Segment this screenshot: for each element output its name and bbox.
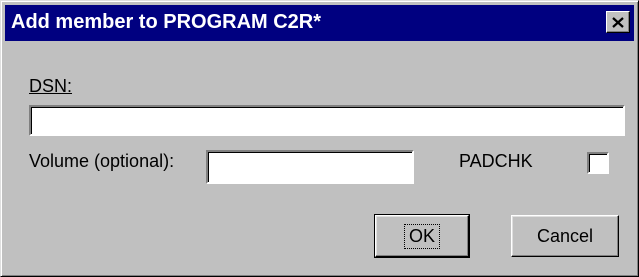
padchk-label: PADCHK: [459, 151, 533, 171]
close-button[interactable]: [606, 11, 630, 33]
volume-label: Volume (optional):: [29, 151, 175, 171]
close-icon: [612, 16, 624, 28]
padchk-checkbox[interactable]: [587, 152, 609, 174]
dsn-label: DSN:: [29, 76, 72, 97]
dsn-input[interactable]: [29, 105, 625, 136]
title-bar[interactable]: Add member to PROGRAM C2R*: [5, 5, 634, 41]
ok-button[interactable]: OK: [374, 214, 470, 258]
ok-button-label: OK: [403, 223, 440, 249]
window-title: Add member to PROGRAM C2R*: [11, 11, 322, 33]
dsn-label-text: DSN:: [29, 76, 73, 96]
add-member-dialog: Add member to PROGRAM C2R* DSN: Volume (…: [0, 0, 639, 277]
cancel-button[interactable]: Cancel: [511, 215, 619, 257]
volume-input[interactable]: [206, 150, 414, 184]
